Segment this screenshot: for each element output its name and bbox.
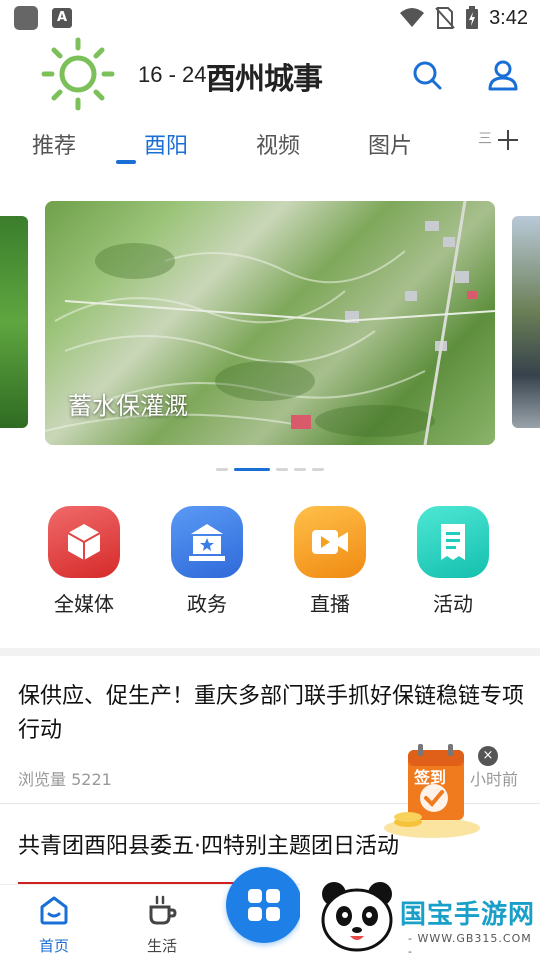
apps-grid-button[interactable] xyxy=(226,867,302,943)
cube-icon xyxy=(48,506,120,578)
watermark-text: 国宝手游网 xyxy=(400,900,536,930)
channel-tabs: 推荐 酉阳 视频 图片 三 xyxy=(0,116,540,172)
carousel-prev-slide[interactable] xyxy=(0,216,28,428)
quick-entries: 全媒体 政务 直播 活动 xyxy=(0,506,540,626)
nav-life[interactable]: 生活 xyxy=(122,893,202,956)
entry-live[interactable]: 直播 xyxy=(275,506,385,617)
no-sim-icon xyxy=(435,7,455,29)
entry-activity[interactable]: 活动 xyxy=(398,506,508,617)
carousel-dots xyxy=(0,468,540,472)
user-icon[interactable] xyxy=(486,58,520,92)
sun-icon[interactable] xyxy=(40,36,116,112)
tab-overflow: 三 xyxy=(478,131,492,147)
a-app-icon: A xyxy=(52,8,72,28)
apps-grid-icon xyxy=(248,889,280,921)
entry-all-media[interactable]: 全媒体 xyxy=(29,506,139,617)
tab-pictures[interactable]: 图片 xyxy=(368,128,412,160)
entry-label: 直播 xyxy=(310,592,350,616)
plus-icon[interactable] xyxy=(496,128,520,152)
watermark-url: - WWW.GB315.COM - xyxy=(408,932,532,958)
coffee-cup-icon xyxy=(149,895,177,925)
sign-in-floating-button[interactable]: 签到 xyxy=(380,742,490,846)
sign-in-label: 签到 xyxy=(414,768,447,787)
carousel-dot xyxy=(276,468,288,471)
wifi-icon xyxy=(400,8,425,27)
government-icon xyxy=(171,506,243,578)
status-right: 3:42 xyxy=(399,4,528,32)
brand-logo-text: 酉州城事 xyxy=(206,62,323,97)
tab-indicator xyxy=(116,160,136,164)
temperature-range[interactable]: 16 - 24 xyxy=(138,62,207,88)
tab-recommend[interactable]: 推荐 xyxy=(32,128,76,160)
news-views: 浏览量 5221 xyxy=(18,770,112,789)
carousel-dot xyxy=(294,468,306,471)
status-bar: A 3:42 xyxy=(0,0,540,36)
document-icon xyxy=(417,506,489,578)
gallery-app-icon xyxy=(14,6,38,30)
news-title[interactable]: 保供应、促生产！重庆多部门联手抓好保链稳链专项行动 xyxy=(18,680,526,748)
slide-caption: 蓄水保灌溉 xyxy=(68,392,188,420)
battery-charging-icon xyxy=(466,6,479,29)
tab-youyang[interactable]: 酉阳 xyxy=(144,128,188,160)
video-camera-icon xyxy=(294,506,366,578)
home-icon xyxy=(40,896,68,925)
carousel-dot xyxy=(312,468,324,471)
nav-label: 生活 xyxy=(146,937,177,955)
app-header: 16 - 24 酉州城事 xyxy=(0,36,540,116)
tab-video[interactable]: 视频 xyxy=(256,128,300,160)
section-divider xyxy=(0,648,540,656)
site-watermark: 国宝手游网 - WWW.GB315.COM - xyxy=(300,870,540,960)
nav-home[interactable]: 首页 xyxy=(14,893,94,956)
panda-logo-icon xyxy=(321,882,393,952)
entry-label: 政务 xyxy=(187,592,227,616)
close-icon[interactable]: × xyxy=(478,746,498,766)
entry-label: 活动 xyxy=(433,592,473,616)
entry-label: 全媒体 xyxy=(54,592,114,616)
carousel-dot-active xyxy=(234,468,270,471)
nav-label: 首页 xyxy=(38,937,69,955)
search-icon[interactable] xyxy=(410,58,444,92)
clock: 3:42 xyxy=(489,6,528,29)
carousel-next-slide[interactable] xyxy=(512,216,540,428)
entry-government[interactable]: 政务 xyxy=(152,506,262,617)
carousel-dot xyxy=(216,468,228,471)
